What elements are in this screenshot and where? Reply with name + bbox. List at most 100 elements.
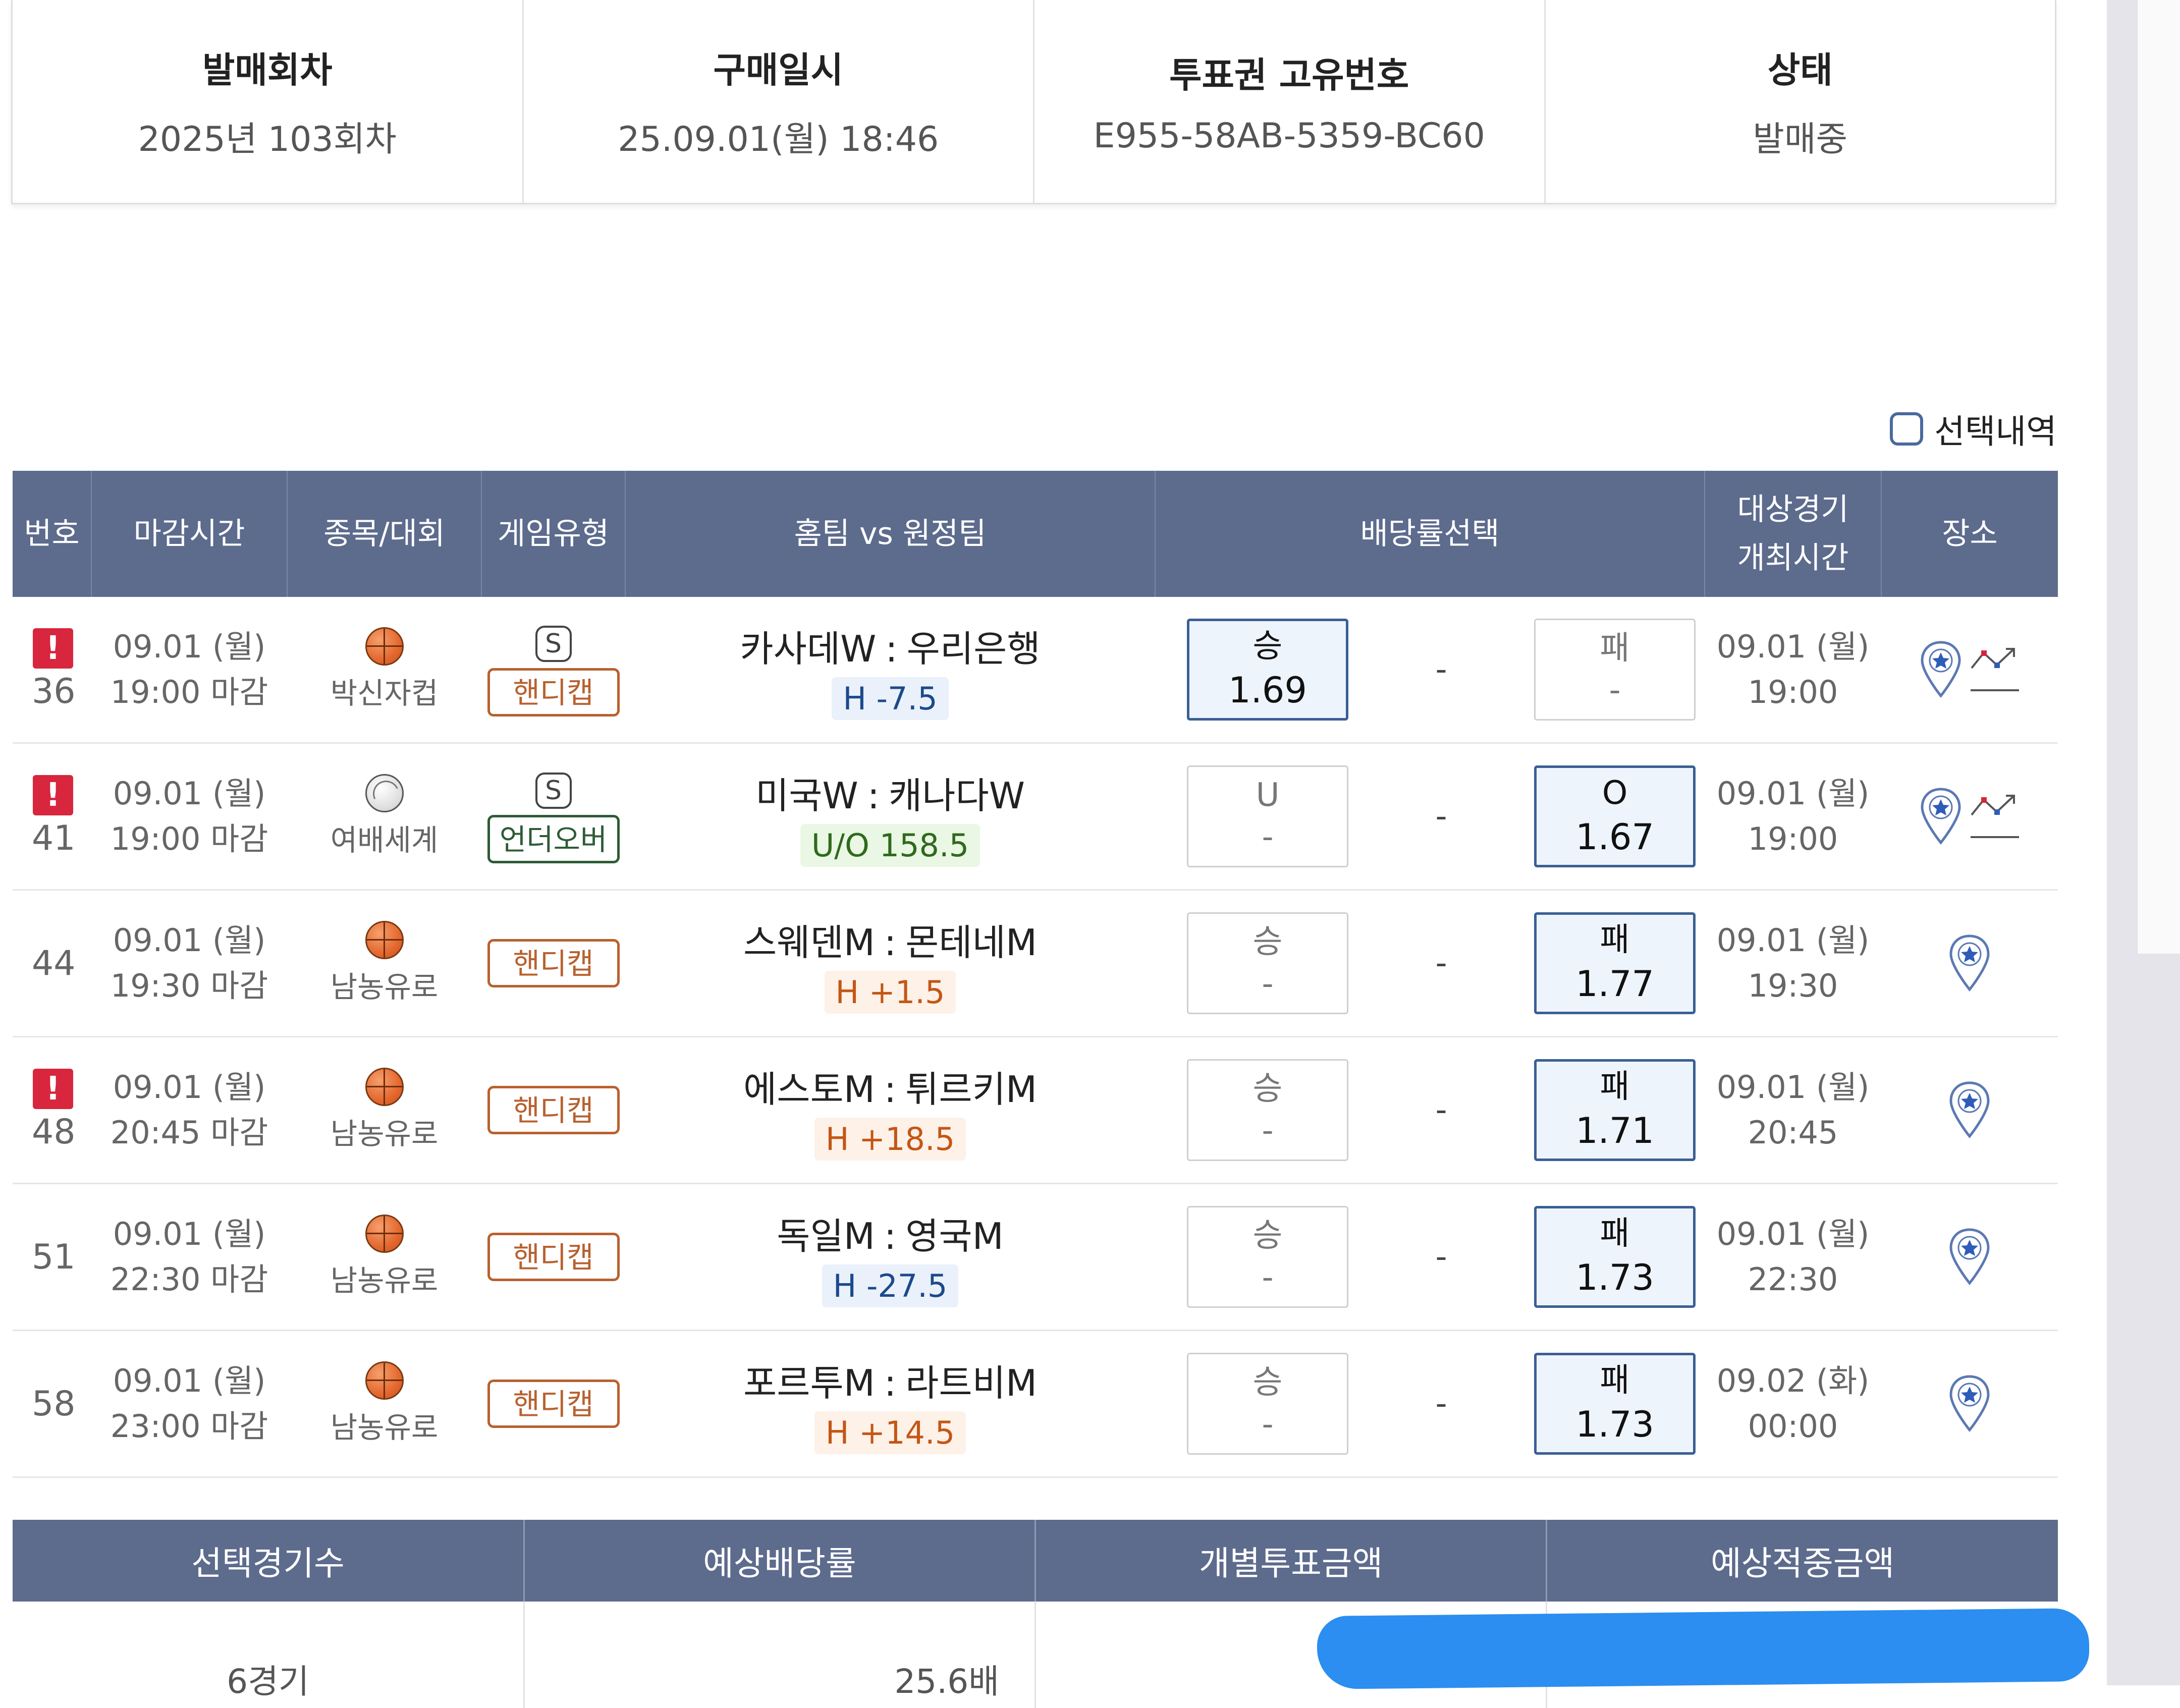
away-team: 튀르키M — [905, 1068, 1037, 1111]
teams-cell: 포르투M: 라트비M H +14.5 — [625, 1330, 1155, 1478]
match-time: 00:00 — [1748, 1408, 1838, 1445]
ticket-id-value: E955-58AB-5359-BC60 — [1093, 116, 1485, 156]
odds-option-draw[interactable]: - — [1421, 1238, 1461, 1276]
games-table: 번호 마감시간 종목/대회 게임유형 홈팀 vs 원정팀 배당률선택 대상경기 … — [13, 471, 2058, 1478]
game-type-badge: 핸디캡 — [487, 939, 620, 987]
header-sport: 종목/대회 — [287, 471, 481, 597]
odds-trend-icon[interactable] — [1969, 789, 2021, 844]
map-pin-star-icon[interactable] — [1918, 786, 1964, 847]
game-number: 36 — [32, 672, 76, 711]
ticket-id-label: 투표권 고유번호 — [1169, 54, 1409, 96]
alert-icon[interactable]: ! — [33, 1069, 73, 1109]
odds-option-draw[interactable]: - — [1421, 1091, 1461, 1129]
handicap-line: H +18.5 — [814, 1118, 966, 1161]
map-pin-star-icon[interactable] — [1947, 1373, 1992, 1434]
odds-option-home[interactable]: U - — [1187, 765, 1348, 867]
selection-history-toggle[interactable]: 선택내역 — [1890, 406, 2057, 452]
summary-header-payout: 예상적중금액 — [1546, 1520, 2058, 1602]
odds-option-away[interactable]: 패 1.71 — [1534, 1059, 1696, 1161]
teams-cell: 에스토M: 튀르키M H +18.5 — [625, 1036, 1155, 1184]
odds-option-draw[interactable]: - — [1421, 1385, 1461, 1422]
game-type-badge: 핸디캡 — [487, 668, 620, 717]
game-type-badge: 핸디캡 — [487, 1086, 620, 1134]
teams-cell: 스웨덴M: 몬테네M H +1.5 — [625, 890, 1155, 1037]
game-no-cell: 44 — [13, 890, 91, 1037]
basketball-icon — [365, 1215, 404, 1253]
odds-option-away[interactable]: 패 1.77 — [1534, 912, 1696, 1014]
deadline-time: 23:00 마감 — [110, 1408, 268, 1445]
odds-cell: 승 1.69 - 패 - — [1155, 597, 1705, 744]
odds-option-draw[interactable]: - — [1421, 945, 1461, 982]
map-pin-star-icon[interactable] — [1947, 1227, 1992, 1287]
sport-cell: 남농유로 — [287, 890, 481, 1037]
odds-option-home[interactable]: 승 1.69 — [1187, 619, 1348, 721]
game-row: ! 36 09.01 (월) 19:00 마감 박신자컵 S 핸디캡 카사데W:… — [13, 597, 2058, 744]
header-no: 번호 — [13, 471, 91, 597]
header-match-time-line2: 개최시간 — [1737, 540, 1849, 576]
game-row: 51 09.01 (월) 22:30 마감 남농유로 핸디캡 독일M: 영국M H… — [13, 1183, 2058, 1331]
odds-option-away[interactable]: 패 - — [1534, 619, 1696, 721]
match-time: 19:00 — [1748, 820, 1838, 857]
odds-option-away[interactable]: 패 1.73 — [1534, 1206, 1696, 1308]
game-no-cell: ! 48 — [13, 1036, 91, 1184]
odds-trend-icon[interactable] — [1969, 642, 2021, 697]
away-team: 우리은행 — [906, 628, 1041, 670]
odds-option-value: 1.77 — [1575, 963, 1654, 1005]
odds-option-home[interactable]: 승 - — [1187, 912, 1348, 1014]
game-type-badge: 핸디캡 — [487, 1380, 620, 1428]
game-no-cell: 58 — [13, 1330, 91, 1478]
odds-cell: U - - O 1.67 — [1155, 743, 1705, 891]
matchup: 포르투M: 라트비M — [625, 1353, 1155, 1406]
teams-cell: 독일M: 영국M H -27.5 — [625, 1183, 1155, 1331]
odds-option-home[interactable]: 승 - — [1187, 1059, 1348, 1161]
odds-option-label: 승 — [1252, 1217, 1283, 1254]
deadline-date: 09.01 (월) — [113, 1069, 266, 1106]
odds-option-home[interactable]: 승 - — [1187, 1353, 1348, 1455]
odds-option-value: 1.73 — [1575, 1257, 1654, 1299]
odds-option-away[interactable]: 패 1.73 — [1534, 1353, 1696, 1455]
map-pin-star-icon[interactable] — [1947, 933, 1992, 994]
odds-option-value: - — [1262, 965, 1274, 1003]
game-type-cell: 핸디캡 — [481, 1183, 625, 1331]
odds-option-home[interactable]: 승 - — [1187, 1206, 1348, 1308]
game-type-badge: 핸디캡 — [487, 1233, 620, 1281]
match-time-cell: 09.01 (월) 20:45 — [1705, 1036, 1881, 1184]
basketball-icon — [365, 627, 404, 666]
map-pin-star-icon[interactable] — [1947, 1080, 1992, 1140]
sport-cell: 박신자컵 — [287, 597, 481, 744]
alert-icon[interactable]: ! — [33, 775, 73, 815]
summary-games-value: 6경기 — [227, 1662, 309, 1701]
handicap-line: H -7.5 — [832, 677, 949, 720]
ticket-purchase-time: 구매일시 25.09.01(월) 18:46 — [524, 0, 1034, 203]
alert-icon[interactable]: ! — [33, 628, 73, 669]
basketball-icon — [365, 1068, 404, 1106]
ticket-purchase-time-label: 구매일시 — [713, 49, 844, 91]
odds-option-label: O — [1602, 774, 1628, 812]
odds-option-draw[interactable]: - — [1421, 798, 1461, 835]
basketball-icon — [365, 921, 404, 959]
ticket-purchase-time-value: 25.09.01(월) 18:46 — [618, 120, 939, 159]
home-team: 독일M — [777, 1215, 875, 1257]
deadline-time: 19:00 마감 — [110, 820, 268, 857]
ticket-status-value: 발매중 — [1753, 120, 1848, 159]
game-type-cell: S 핸디캡 — [481, 597, 625, 744]
odds-option-away[interactable]: O 1.67 — [1534, 765, 1696, 867]
league-name: 남농유로 — [330, 970, 439, 1004]
handicap-line: H +1.5 — [824, 971, 956, 1014]
match-time-cell: 09.01 (월) 19:00 — [1705, 597, 1881, 744]
game-type-cell: 핸디캡 — [481, 1330, 625, 1478]
selection-history-checkbox[interactable] — [1890, 412, 1923, 446]
deadline-date: 09.01 (월) — [113, 775, 266, 812]
ticket-info-panel: 발매회차 2025년 103회차 구매일시 25.09.01(월) 18:46 … — [11, 0, 2056, 204]
away-team: 몬테네M — [905, 921, 1037, 964]
game-no-cell: 51 — [13, 1183, 91, 1331]
odds-option-label: 승 — [1252, 1070, 1283, 1108]
scrollbar-thumb[interactable] — [2137, 0, 2180, 954]
map-pin-star-icon[interactable] — [1918, 639, 1964, 700]
deadline-time: 22:30 마감 — [110, 1261, 268, 1298]
header-teams: 홈팀 vs 원정팀 — [625, 471, 1155, 597]
deadline-cell: 09.01 (월) 19:00 마감 — [91, 743, 287, 891]
summary-header-odds: 예상배당률 — [523, 1520, 1036, 1602]
odds-option-draw[interactable]: - — [1421, 651, 1461, 688]
volleyball-icon — [365, 774, 404, 812]
